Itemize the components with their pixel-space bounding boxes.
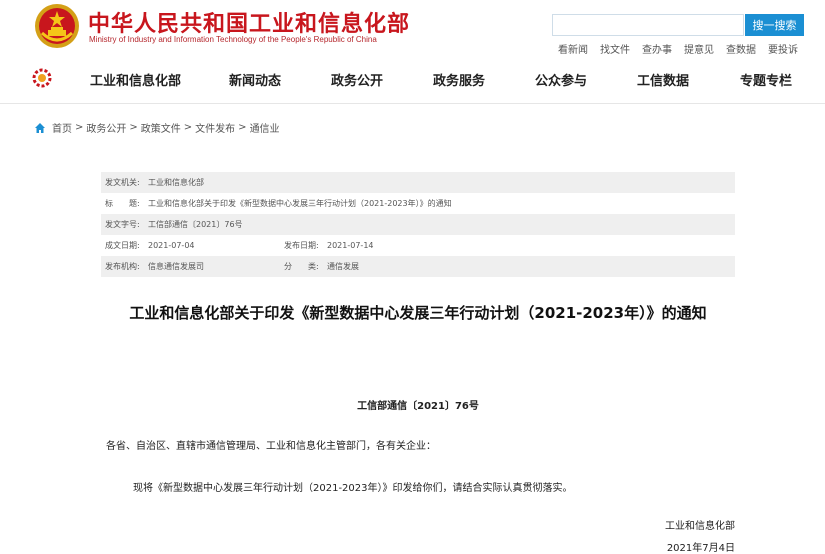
meta-value-doc-number: 工信部通信〔2021〕76号: [148, 220, 243, 229]
breadcrumb-separator: >: [238, 122, 247, 133]
breadcrumb: 首页 > 政务公开 > 政策文件 > 文件发布 > 通信业: [34, 120, 280, 135]
breadcrumb-government-affairs[interactable]: 政务公开: [86, 120, 126, 135]
quick-link-data[interactable]: 查数据: [726, 41, 756, 56]
nav-item-services[interactable]: 政务服务: [433, 70, 485, 89]
meta-value-category: 通信发展: [327, 262, 359, 271]
nav-item-topics[interactable]: 专题专栏: [740, 70, 792, 89]
breadcrumb-separator: >: [183, 122, 193, 133]
document-meta-table: 发文机关: 工业和信息化部 标 题: 工业和信息化部关于印发《新型数据中心发展三…: [101, 172, 735, 277]
breadcrumb-policy-files[interactable]: 政策文件: [141, 120, 181, 135]
search-button[interactable]: 搜一搜索: [745, 14, 804, 36]
meta-row-title: 标 题: 工业和信息化部关于印发《新型数据中心发展三年行动计划（2021-202…: [101, 193, 735, 214]
meta-label: 发布机构:: [105, 262, 140, 271]
breadcrumb-file-release[interactable]: 文件发布: [195, 120, 235, 135]
document-body: 现将《新型数据中心发展三年行动计划（2021-2023年）》印发给你们，请结合实…: [133, 483, 573, 494]
document-signature: 工业和信息化部: [665, 521, 735, 532]
meta-value-published: 2021-07-14: [327, 241, 374, 250]
miit-logo-icon[interactable]: [32, 68, 52, 88]
meta-row-agency: 发布机构: 信息通信发展司 分 类: 通信发展: [101, 256, 735, 277]
nav-item-news[interactable]: 新闻动态: [229, 70, 281, 89]
document-recipients: 各省、自治区、直辖市通信管理局、工业和信息化主管部门，各有关企业：: [106, 441, 436, 452]
meta-row-doc-number: 发文字号: 工信部通信〔2021〕76号: [101, 214, 735, 235]
nav-item-ministry[interactable]: 工业和信息化部: [90, 70, 181, 89]
meta-row-dates: 成文日期: 2021-07-04 发布日期: 2021-07-14: [101, 235, 735, 256]
quick-link-files[interactable]: 找文件: [600, 41, 630, 56]
quick-link-news[interactable]: 看新闻: [558, 41, 588, 56]
breadcrumb-home[interactable]: 首页: [52, 120, 72, 135]
meta-value-title: 工业和信息化部关于印发《新型数据中心发展三年行动计划（2021-2023年）》的…: [148, 199, 452, 208]
meta-value-issuer: 工业和信息化部: [148, 178, 204, 187]
breadcrumb-telecom[interactable]: 通信业: [250, 120, 280, 135]
meta-label: 成文日期:: [105, 241, 140, 250]
meta-label: 发布日期:: [284, 241, 319, 250]
quick-link-services[interactable]: 查办事: [642, 41, 672, 56]
nav-item-participation[interactable]: 公众参与: [535, 70, 587, 89]
meta-value-agency: 信息通信发展司: [148, 262, 204, 271]
document-title: 工业和信息化部关于印发《新型数据中心发展三年行动计划（2021-2023年）》的…: [129, 304, 707, 322]
nav-item-data[interactable]: 工信数据: [637, 70, 689, 89]
meta-row-issuer: 发文机关: 工业和信息化部: [101, 172, 735, 193]
nav-item-government-affairs[interactable]: 政务公开: [331, 70, 383, 89]
meta-label: 发文字号:: [105, 220, 140, 229]
quick-links: 看新闻 找文件 查办事 提意见 查数据 要投诉: [558, 41, 798, 56]
quick-link-complaint[interactable]: 要投诉: [768, 41, 798, 56]
meta-label: 分 类:: [284, 262, 319, 271]
breadcrumb-separator: >: [75, 122, 84, 133]
quick-link-feedback[interactable]: 提意见: [684, 41, 714, 56]
site-subtitle: Ministry of Industry and Information Tec…: [89, 35, 377, 44]
national-emblem-icon: [35, 4, 79, 48]
meta-label: 标 题:: [105, 199, 140, 208]
home-icon: [35, 122, 45, 133]
meta-value-created: 2021-07-04: [148, 241, 195, 250]
main-nav: 工业和信息化部 新闻动态 政务公开 政务服务 公众参与 工信数据 专题专栏: [0, 62, 825, 96]
document-number: 工信部通信〔2021〕76号: [357, 401, 479, 412]
meta-label: 发文机关:: [105, 178, 140, 187]
site-title: 中华人民共和国工业和信息化部: [88, 12, 411, 37]
breadcrumb-separator: >: [129, 122, 138, 133]
site-header: 中华人民共和国工业和信息化部 Ministry of Industry and …: [0, 0, 825, 104]
search-input[interactable]: [552, 14, 744, 36]
